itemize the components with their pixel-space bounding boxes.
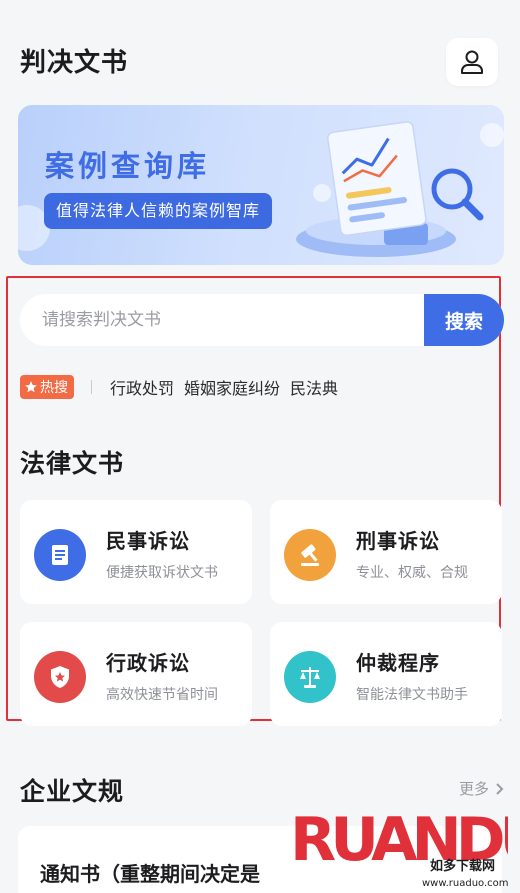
case-library-banner[interactable]: 案例查询库 值得法律人信赖的案例智库: [18, 105, 504, 265]
star-icon: [25, 381, 37, 393]
hot-tag[interactable]: 民法典: [290, 375, 338, 399]
divider: [91, 380, 92, 394]
card-title: 仲裁程序: [356, 651, 440, 675]
watermark-url: www.ruaduo.com: [422, 878, 508, 889]
banner-subtitle: 值得法律人信赖的案例智库: [44, 193, 273, 229]
more-label: 更多: [458, 780, 489, 798]
shield-star-icon: [34, 651, 86, 703]
hot-search-row: 热搜 行政处罚 婚姻家庭纠纷 民法典: [20, 374, 348, 400]
chevron-right-icon: [496, 782, 504, 795]
card-title: 刑事诉讼: [356, 529, 440, 553]
enterprise-title: 企业文规: [20, 777, 125, 806]
header: 判决文书: [0, 0, 520, 100]
document-icon: [34, 529, 86, 581]
page-title: 判决文书: [20, 48, 129, 78]
user-profile-button[interactable]: [446, 38, 498, 86]
document-chart-illustration: [296, 121, 504, 257]
hot-tag[interactable]: 婚姻家庭纠纷: [184, 375, 280, 399]
card-subtitle: 便捷获取诉状文书: [106, 565, 218, 581]
card-title: 民事诉讼: [106, 529, 190, 553]
card-subtitle: 专业、权威、合规: [356, 565, 468, 581]
banner-title: 案例查询库: [45, 149, 211, 183]
card-civil-litigation[interactable]: 民事诉讼 便捷获取诉状文书: [20, 500, 252, 604]
card-administrative-litigation[interactable]: 行政诉讼 高效快速节省时间: [20, 622, 252, 726]
hot-search-badge: 热搜: [20, 375, 74, 399]
card-subtitle: 智能法律文书助手: [356, 687, 468, 703]
legal-docs-title: 法律文书: [20, 449, 125, 478]
search-input[interactable]: [20, 294, 424, 346]
more-link[interactable]: 更多: [459, 778, 504, 799]
list-item-title: 通知书（重整期间决定是: [40, 862, 260, 886]
gavel-icon: [284, 529, 336, 581]
ruanduo-watermark-logo: RUANDUO 如多下载网 www.ruaduo.com: [290, 805, 508, 889]
hot-tag[interactable]: 行政处罚: [110, 375, 174, 399]
user-icon: [461, 50, 483, 74]
card-subtitle: 高效快速节省时间: [106, 687, 218, 703]
card-criminal-litigation[interactable]: 刑事诉讼 专业、权威、合规: [270, 500, 502, 604]
watermark-sub: 如多下载网: [430, 858, 495, 874]
scales-icon: [284, 651, 336, 703]
search-bar: 搜索: [20, 294, 504, 346]
card-arbitration[interactable]: 仲裁程序 智能法律文书助手: [270, 622, 502, 726]
hot-search-label: 热搜: [40, 380, 68, 396]
search-button[interactable]: 搜索: [424, 294, 504, 346]
card-title: 行政诉讼: [106, 651, 190, 675]
